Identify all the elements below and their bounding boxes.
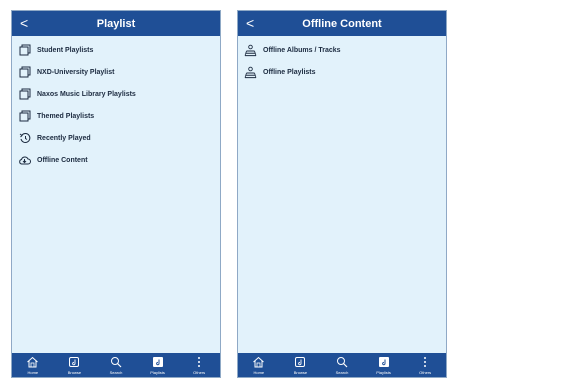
playlist-icon	[18, 44, 31, 57]
tab-playlists[interactable]: Playlists	[367, 356, 401, 375]
tab-label: Search	[335, 369, 349, 375]
tab-label: Playlists	[376, 369, 391, 375]
browse-icon	[294, 356, 306, 369]
menu-item-offline-albums-tracks[interactable]: Offline Albums / Tracks	[238, 39, 446, 61]
menu-item-label: Recently Played	[37, 134, 91, 142]
tab-others[interactable]: Others	[408, 356, 442, 375]
tab-label: Browse	[67, 369, 82, 375]
back-button[interactable]: <	[246, 15, 254, 31]
tab-label: Search	[109, 369, 123, 375]
menu-item-nxd-university-playlist[interactable]: NXD-University Playlist	[12, 61, 220, 83]
playlist-icon	[18, 110, 31, 123]
playlist-menu: Student Playlists NXD-University Playlis…	[12, 39, 220, 171]
menu-item-offline-playlists[interactable]: Offline Playlists	[238, 61, 446, 83]
menu-item-label: Naxos Music Library Playlists	[37, 90, 136, 98]
menu-item-offline-content[interactable]: Offline Content	[12, 149, 220, 171]
tab-home[interactable]: Home	[242, 356, 276, 375]
menu-item-label: Offline Playlists	[263, 68, 316, 76]
more-icon	[196, 356, 202, 369]
tab-label: Browse	[293, 369, 308, 375]
tab-search[interactable]: Search	[99, 356, 133, 375]
menu-item-student-playlists[interactable]: Student Playlists	[12, 39, 220, 61]
offline-menu: Offline Albums / Tracks Offline Playlist…	[238, 39, 446, 83]
tab-bar: Home Browse Search Playlists Others	[12, 353, 220, 377]
menu-item-recently-played[interactable]: Recently Played	[12, 127, 220, 149]
playlists-icon	[378, 356, 390, 369]
search-icon	[110, 356, 122, 369]
browse-icon	[68, 356, 80, 369]
page-title: Offline Content	[302, 17, 382, 30]
menu-item-label: Offline Albums / Tracks	[263, 46, 341, 54]
tab-bar: Home Browse Search Playlists Others	[238, 353, 446, 377]
offline-stack-icon	[244, 66, 257, 79]
more-icon	[422, 356, 428, 369]
header-bar: < Playlist	[12, 11, 220, 36]
tab-label: Others	[193, 369, 206, 375]
tab-playlists[interactable]: Playlists	[141, 356, 175, 375]
playlist-screen: < Playlist Student Playlists NXD-Univers…	[11, 10, 221, 378]
header-bar: < Offline Content	[238, 11, 446, 36]
tab-label: Others	[419, 369, 432, 375]
tab-browse[interactable]: Browse	[57, 356, 91, 375]
menu-item-label: Student Playlists	[37, 46, 94, 54]
page-title: Playlist	[96, 17, 136, 30]
tab-others[interactable]: Others	[182, 356, 216, 375]
tab-home[interactable]: Home	[16, 356, 50, 375]
download-icon	[18, 154, 31, 167]
tab-search[interactable]: Search	[325, 356, 359, 375]
menu-item-naxos-music-library-playlists[interactable]: Naxos Music Library Playlists	[12, 83, 220, 105]
back-button[interactable]: <	[20, 15, 28, 31]
menu-item-label: Offline Content	[37, 156, 88, 164]
menu-item-label: NXD-University Playlist	[37, 68, 115, 76]
offline-content-screen: < Offline Content Offline Albums / Track…	[237, 10, 447, 378]
playlists-icon	[152, 356, 164, 369]
offline-stack-icon	[244, 44, 257, 57]
tab-label: Playlists	[150, 369, 165, 375]
playlist-icon	[18, 66, 31, 79]
menu-item-label: Themed Playlists	[37, 112, 95, 120]
playlist-icon	[18, 88, 31, 101]
tab-label: Home	[253, 369, 265, 375]
tab-label: Home	[27, 369, 39, 375]
search-icon	[336, 356, 348, 369]
history-icon	[18, 132, 31, 145]
home-icon	[26, 356, 39, 369]
tab-browse[interactable]: Browse	[283, 356, 317, 375]
home-icon	[252, 356, 265, 369]
menu-item-themed-playlists[interactable]: Themed Playlists	[12, 105, 220, 127]
